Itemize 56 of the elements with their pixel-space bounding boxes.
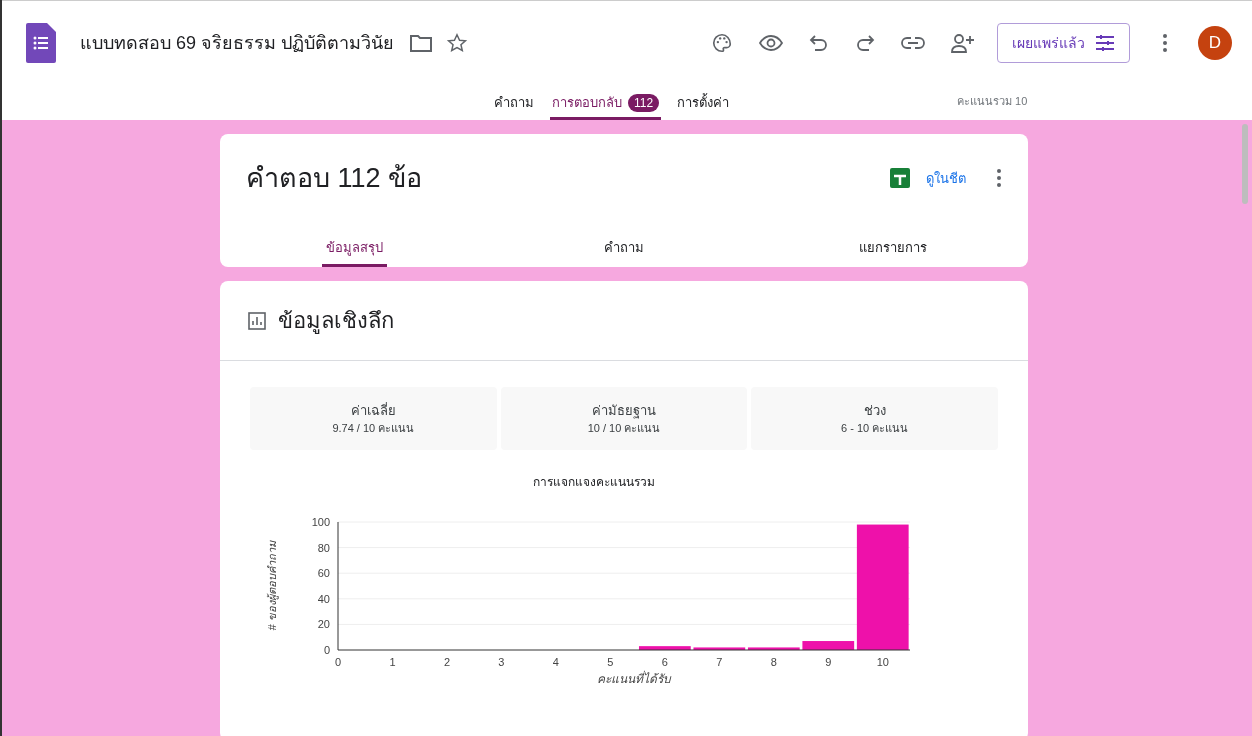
y-tick-label: 60 [317,567,330,580]
y-axis-label: # ของผู้ตอบคำถาม [266,541,278,631]
insights-title: ข้อมูลเชิงลึก [278,307,394,336]
x-tick-label: 0 [334,656,342,668]
stat-value: 6 - 10 คะแนน [841,421,909,436]
more-options-icon[interactable] [996,168,1002,189]
response-tab[interactable]: แยกรายการ [855,231,932,267]
x-tick-label: 3 [498,656,505,668]
stat-label: ช่วง [863,401,886,420]
y-tick-label: 20 [317,618,330,631]
more-options-icon[interactable] [1162,33,1168,53]
stat-label: ค่ามัธยฐาน [592,401,656,420]
x-tick-label: 9 [825,656,832,668]
y-tick-label: 40 [317,592,330,605]
undo-icon[interactable] [809,34,829,52]
x-tick-label: 8 [770,656,777,668]
y-tick-label: 0 [323,644,330,656]
nav-tab[interactable]: การตั้งค่า [675,88,732,120]
x-tick-label: 2 [443,656,450,668]
chart-icon [248,311,266,330]
eye-icon[interactable] [759,34,783,52]
histogram-bar [639,646,691,650]
x-tick-label: 6 [661,656,668,668]
sliders-icon [1095,34,1115,52]
view-in-sheets-link[interactable]: ดูในชีต [926,168,966,188]
y-tick-label: 100 [311,516,330,528]
x-tick-label: 4 [552,656,559,668]
response-tab[interactable]: ข้อมูลสรุป [322,231,388,267]
redo-icon[interactable] [855,34,875,52]
x-tick-label: 7 [716,656,723,668]
responses-title: คำตอบ 112 ข้อ [246,162,423,195]
y-tick-label: 80 [317,541,330,554]
stat-value: 9.74 / 10 คะแนน [332,421,415,436]
nav-tab[interactable]: การตอบกลับ 112 [550,88,662,120]
total-points: คะแนนรวม 10 [957,94,1028,109]
star-icon[interactable] [446,32,469,54]
stat-label: ค่าเฉลี่ย [350,401,396,420]
x-tick-label: 1 [389,656,396,668]
nav-tab[interactable]: คำถาม [492,88,536,120]
published-button[interactable]: เผยแพร่แล้ว [997,23,1130,63]
response-tab[interactable]: คำถาม [600,231,648,267]
x-axis-label: คะแนนที่ได้รับ [597,672,671,686]
link-icon[interactable] [901,36,925,50]
x-tick-label: 5 [607,656,614,668]
palette-icon[interactable] [711,32,733,54]
form-title[interactable]: แบบทดสอบ 69 จริยธรรม ปฏิบัติตามวินัย [80,29,395,57]
forms-logo-icon[interactable] [26,23,56,63]
folder-icon[interactable] [410,34,433,52]
add-person-icon[interactable] [951,33,975,53]
response-count-badge: 112 [628,93,660,112]
x-tick-label: 10 [876,656,889,668]
stat-value: 10 / 10 คะแนน [587,421,661,436]
spreadsheet-icon[interactable] [890,168,910,189]
chart-title: การแจกแจงคะแนนรวม [533,475,655,489]
scrollbar[interactable] [1242,124,1248,204]
user-avatar[interactable]: D [1198,26,1232,60]
